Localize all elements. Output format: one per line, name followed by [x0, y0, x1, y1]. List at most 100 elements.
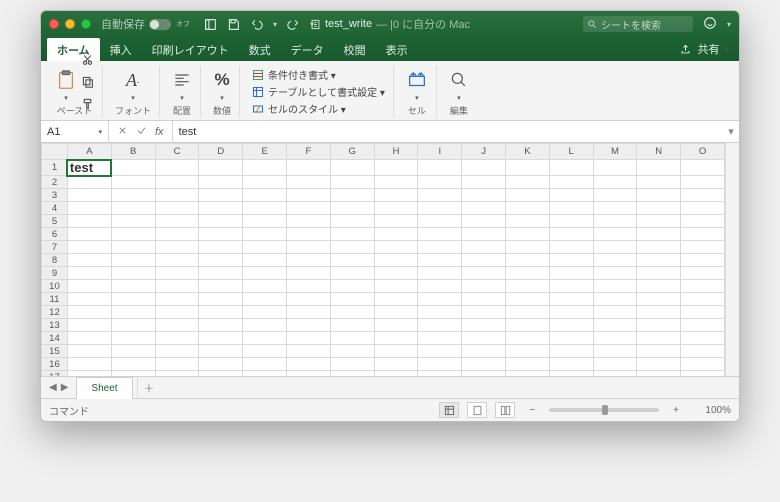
- cell[interactable]: [374, 280, 418, 293]
- copy-icon[interactable]: [81, 75, 94, 93]
- row-header[interactable]: 7: [42, 241, 68, 254]
- cell[interactable]: [374, 241, 418, 254]
- row-header[interactable]: 16: [42, 358, 68, 371]
- col-header[interactable]: F: [287, 144, 331, 160]
- cell[interactable]: [243, 189, 287, 202]
- cell[interactable]: [287, 160, 331, 176]
- cell[interactable]: [418, 215, 462, 228]
- cell[interactable]: [418, 241, 462, 254]
- cell[interactable]: [505, 332, 549, 345]
- cell[interactable]: [681, 267, 725, 280]
- cell[interactable]: [637, 306, 681, 319]
- cell[interactable]: [505, 215, 549, 228]
- cell[interactable]: [593, 293, 637, 306]
- cell[interactable]: [374, 215, 418, 228]
- zoom-out-button[interactable]: −: [523, 405, 541, 416]
- cell[interactable]: [111, 176, 155, 189]
- cell[interactable]: [505, 176, 549, 189]
- cell[interactable]: [418, 202, 462, 215]
- cell[interactable]: [199, 254, 243, 267]
- cell[interactable]: [549, 358, 593, 371]
- col-header[interactable]: N: [637, 144, 681, 160]
- home-icon[interactable]: [204, 18, 217, 31]
- col-header[interactable]: D: [199, 144, 243, 160]
- cell[interactable]: [155, 189, 199, 202]
- cell[interactable]: [462, 345, 506, 358]
- cell[interactable]: [199, 160, 243, 176]
- cell[interactable]: [67, 358, 111, 371]
- cell[interactable]: [243, 293, 287, 306]
- cell[interactable]: [67, 176, 111, 189]
- cell[interactable]: [155, 319, 199, 332]
- table-format-button[interactable]: テーブルとして書式設定 ▾: [252, 84, 385, 99]
- smile-feedback-icon[interactable]: [703, 16, 717, 33]
- cell[interactable]: [593, 358, 637, 371]
- cell[interactable]: [418, 332, 462, 345]
- col-header[interactable]: A: [67, 144, 111, 160]
- cell[interactable]: [287, 358, 331, 371]
- cell[interactable]: [462, 293, 506, 306]
- cell[interactable]: [330, 228, 374, 241]
- cell[interactable]: [374, 176, 418, 189]
- cell[interactable]: [111, 215, 155, 228]
- cell[interactable]: [418, 306, 462, 319]
- cell[interactable]: [67, 228, 111, 241]
- cell[interactable]: [374, 332, 418, 345]
- cell[interactable]: [681, 293, 725, 306]
- cell[interactable]: [199, 228, 243, 241]
- cell[interactable]: [374, 293, 418, 306]
- cell[interactable]: [505, 306, 549, 319]
- col-header[interactable]: H: [374, 144, 418, 160]
- cell[interactable]: [681, 189, 725, 202]
- cell[interactable]: [681, 332, 725, 345]
- autosave-toggle[interactable]: 自動保存 オフ: [101, 16, 190, 32]
- zoom-slider[interactable]: [549, 408, 659, 412]
- cell[interactable]: [593, 332, 637, 345]
- formula-expand-icon[interactable]: ▾: [723, 125, 739, 138]
- cell[interactable]: [243, 254, 287, 267]
- cell[interactable]: [374, 202, 418, 215]
- cell[interactable]: [155, 215, 199, 228]
- cell[interactable]: [374, 254, 418, 267]
- cell[interactable]: [330, 280, 374, 293]
- cell[interactable]: [681, 160, 725, 176]
- cell[interactable]: [418, 280, 462, 293]
- cell[interactable]: [462, 332, 506, 345]
- tab-insert[interactable]: 挿入: [100, 38, 142, 61]
- cell[interactable]: [243, 215, 287, 228]
- cell[interactable]: [637, 254, 681, 267]
- cell[interactable]: [330, 306, 374, 319]
- row-header[interactable]: 10: [42, 280, 68, 293]
- cell[interactable]: [637, 293, 681, 306]
- cell[interactable]: [111, 306, 155, 319]
- cell[interactable]: [418, 254, 462, 267]
- select-all-cell[interactable]: [42, 144, 68, 160]
- cut-icon[interactable]: [81, 53, 94, 71]
- prev-sheet-icon[interactable]: ◀: [49, 382, 57, 393]
- cell[interactable]: [681, 176, 725, 189]
- cell[interactable]: [111, 293, 155, 306]
- cell[interactable]: [549, 189, 593, 202]
- cell[interactable]: [111, 319, 155, 332]
- cell[interactable]: [681, 319, 725, 332]
- cell[interactable]: [374, 319, 418, 332]
- close-window-button[interactable]: [49, 19, 59, 29]
- cell[interactable]: [637, 189, 681, 202]
- col-header[interactable]: B: [111, 144, 155, 160]
- cell[interactable]: [549, 176, 593, 189]
- cell[interactable]: [199, 176, 243, 189]
- cell[interactable]: [199, 215, 243, 228]
- cell[interactable]: [199, 345, 243, 358]
- cell[interactable]: [155, 267, 199, 280]
- cell[interactable]: [637, 332, 681, 345]
- cell[interactable]: [287, 306, 331, 319]
- cell[interactable]: [505, 319, 549, 332]
- cell[interactable]: [330, 215, 374, 228]
- cell[interactable]: [330, 189, 374, 202]
- cell[interactable]: [462, 254, 506, 267]
- cell[interactable]: [67, 306, 111, 319]
- search-input[interactable]: シートを検索: [583, 16, 693, 32]
- cell[interactable]: [462, 228, 506, 241]
- redo-more-icon[interactable]: ▾: [310, 20, 314, 29]
- cell[interactable]: [374, 160, 418, 176]
